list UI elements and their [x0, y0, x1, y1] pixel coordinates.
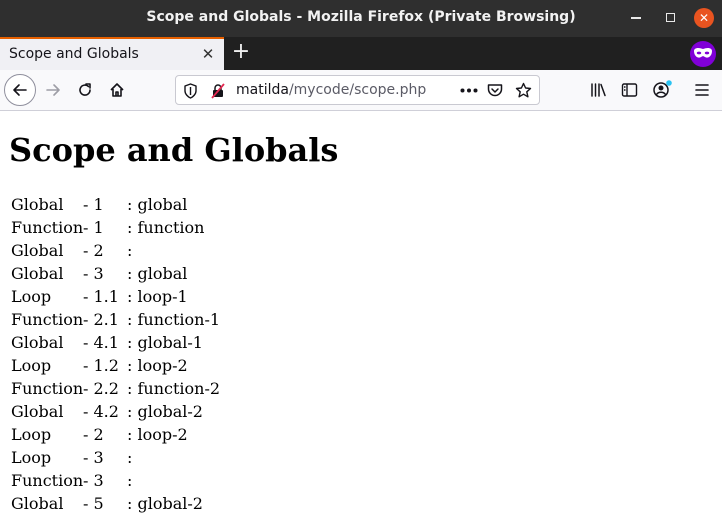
output-scope: Global [11, 195, 64, 214]
output-number: - 1 [83, 195, 104, 214]
output-value: : global [127, 195, 188, 214]
forward-button[interactable] [38, 75, 68, 105]
output-value: : loop-1 [127, 287, 188, 306]
tab-close-icon[interactable]: ✕ [199, 45, 217, 63]
output-number: - 1 [83, 218, 104, 237]
tab-strip: Scope and Globals ✕ + [0, 37, 722, 70]
output-value: : function-1 [127, 310, 221, 329]
account-icon[interactable] [652, 79, 674, 99]
page-heading: Scope and Globals [9, 131, 339, 169]
new-tab-button[interactable]: + [230, 41, 252, 65]
home-button[interactable] [102, 75, 132, 105]
maximize-button[interactable] [660, 8, 680, 28]
insecure-lock-icon[interactable] [210, 83, 226, 99]
home-icon [110, 83, 124, 97]
output-scope: Loop [11, 448, 52, 467]
tab-scope-and-globals[interactable]: Scope and Globals ✕ [0, 37, 224, 70]
window-title: Scope and Globals - Mozilla Firefox (Pri… [146, 9, 576, 25]
more-dots-icon[interactable] [460, 88, 478, 93]
menu-icon[interactable] [695, 83, 709, 97]
output-scope: Global [11, 241, 64, 260]
url-host: matilda [236, 82, 289, 98]
output-number: - 3 [83, 448, 104, 467]
output-number: - 5 [83, 494, 104, 513]
output-number: - 3 [83, 471, 104, 490]
output-number: - 1.2 [83, 356, 119, 375]
output-value: : global-2 [127, 494, 203, 513]
output-value: : loop-2 [127, 356, 188, 375]
tab-label: Scope and Globals [9, 46, 139, 62]
output-scope: Function [11, 379, 84, 398]
output-value: : function [127, 218, 205, 237]
output-scope: Function [11, 310, 84, 329]
output-number: - 3 [83, 264, 104, 283]
minimize-icon [631, 17, 641, 19]
output-number: - 2 [83, 241, 104, 260]
close-icon: ✕ [698, 11, 710, 25]
url-bar[interactable]: matilda/mycode/scope.php [175, 75, 540, 105]
output-scope: Function [11, 471, 84, 490]
output-scope: Global [11, 264, 64, 283]
maximize-icon [665, 13, 675, 22]
page-content: Scope and Globals Global - 1 : global Funct… [0, 111, 722, 526]
output-number: - 4.2 [83, 402, 119, 421]
reload-icon [79, 83, 91, 96]
output-value: : loop-2 [127, 425, 188, 444]
window-titlebar: Scope and Globals - Mozilla Firefox (Pri… [0, 0, 722, 37]
shield-icon[interactable] [183, 83, 198, 99]
plus-icon: + [231, 39, 251, 64]
private-browsing-icon [690, 41, 716, 67]
output-scope: Loop [11, 356, 52, 375]
output-scope: Global [11, 494, 64, 513]
output-scope: Global [11, 333, 64, 352]
output-number: - 1.1 [83, 287, 119, 306]
output-scope: Function [11, 218, 84, 237]
output-scope: Loop [11, 287, 52, 306]
back-button[interactable] [4, 74, 36, 106]
minimize-button[interactable] [626, 8, 646, 28]
output-number: - 4.1 [83, 333, 119, 352]
output-value: : global [127, 264, 188, 283]
sidebar-icon[interactable] [621, 82, 638, 98]
output-number: - 2.1 [83, 310, 119, 329]
output-number: - 2 [83, 425, 104, 444]
output-value: : [127, 448, 133, 467]
url-text[interactable]: matilda/mycode/scope.php [236, 82, 426, 98]
output-value: : global-1 [127, 333, 203, 352]
star-icon[interactable] [515, 82, 532, 99]
output-number: - 2.2 [83, 379, 119, 398]
output-value: : global-2 [127, 402, 203, 421]
output-value: : [127, 471, 133, 490]
output-value: : function-2 [127, 379, 221, 398]
reload-button[interactable] [70, 75, 100, 105]
close-window-button[interactable]: ✕ [694, 8, 714, 28]
url-path: /mycode/scope.php [288, 82, 427, 98]
output-value: : [127, 241, 133, 260]
pocket-icon[interactable] [487, 83, 503, 98]
navigation-toolbar: matilda/mycode/scope.php [0, 70, 722, 111]
library-icon[interactable] [590, 82, 607, 98]
back-arrow-icon [13, 84, 27, 96]
output-scope: Loop [11, 425, 52, 444]
forward-arrow-icon [46, 84, 60, 96]
output-scope: Global [11, 402, 64, 421]
